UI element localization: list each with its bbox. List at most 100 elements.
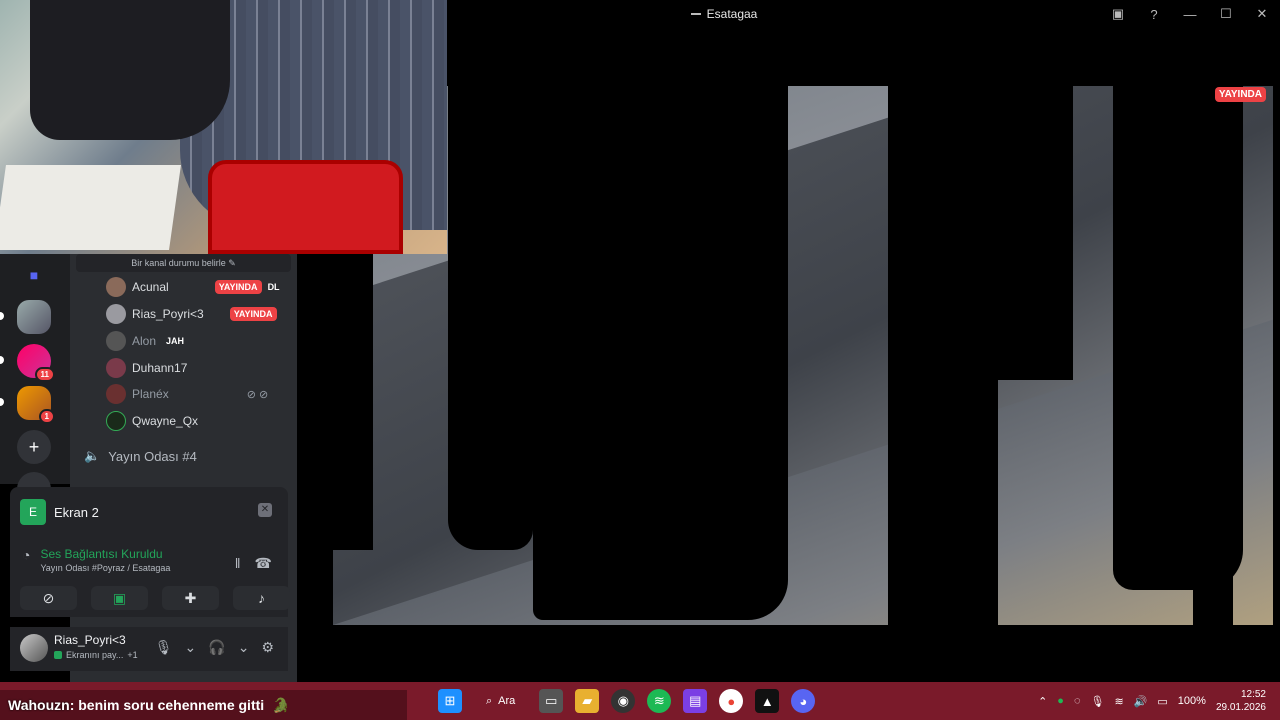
member-tag: JAH: [166, 336, 185, 346]
battery-icon[interactable]: ▭: [1157, 695, 1167, 708]
minimize-button[interactable]: —: [1172, 0, 1208, 28]
video-artifact: [1193, 80, 1233, 625]
desktop: Esatagaa ▣ ? — ☐ ✕ YAYINDA ■ 11 1 + Bir …: [0, 0, 1280, 720]
voice-member[interactable]: Rias_Poyri<3 YAYINDA: [106, 303, 277, 325]
member-tag: DL: [267, 282, 280, 292]
connection-status[interactable]: Ses Bağlantısı Kuruldu: [40, 547, 170, 561]
spotify-tray-icon[interactable]: ●: [1057, 695, 1064, 707]
chat-message: Wahouzn : benim soru cehenneme gitti 🐊: [0, 690, 407, 720]
search-icon: ⌕: [486, 694, 493, 707]
connection-location: Yayın Odası #Poyraz / Esatagaa: [40, 563, 171, 573]
add-server-icon[interactable]: +: [17, 430, 51, 464]
direct-messages-icon[interactable]: ■: [17, 258, 51, 292]
voice-action-row: ⊘ ▣ ✚ ♪: [20, 586, 290, 610]
muted-icon: ⊘ ⊘: [246, 388, 269, 401]
stream-video[interactable]: [333, 80, 1273, 625]
taskbar-apps: ⊞ ⌕ Ara ▭ ▰ ◉ ≋ ▤ ● ▲ ◕: [438, 682, 816, 720]
close-button[interactable]: ✕: [1244, 0, 1280, 28]
volume-icon[interactable]: 🔊: [1134, 695, 1148, 708]
headphones-icon[interactable]: 🎧: [208, 639, 225, 656]
webcam-overlay: [0, 0, 447, 254]
voice-member[interactable]: Alon JAH: [106, 330, 184, 352]
stop-stream-icon[interactable]: ✕: [258, 503, 272, 517]
chevron-up-icon[interactable]: ⌃: [1038, 695, 1047, 708]
server-indicator: [0, 312, 4, 320]
app-icon[interactable]: ▤: [683, 689, 708, 713]
voice-member[interactable]: Qwayne_Qx: [106, 410, 198, 432]
voice-connection: ◔ Ses Bağlantısı Kuruldu Yayın Odası #Po…: [22, 547, 170, 573]
screen-share-button[interactable]: ▣: [91, 586, 148, 610]
user-name[interactable]: Rias_Poyri<3: [54, 633, 126, 647]
voice-member[interactable]: Acunal YAYINDA DL: [106, 276, 280, 298]
window-title: Esatagaa: [690, 7, 757, 21]
clock[interactable]: 12:52 29.01.2026: [1216, 688, 1266, 714]
member-name: Rias_Poyri<3: [132, 307, 204, 321]
screen-share-icon: E: [20, 499, 46, 525]
video-artifact: [448, 80, 533, 550]
clock-date: 29.01.2026: [1215, 702, 1266, 713]
chevron-down-icon[interactable]: ⌄: [185, 639, 197, 656]
microphone-icon[interactable]: 🎙: [155, 639, 173, 656]
member-name: Planéx: [132, 387, 169, 401]
webcam-book: [0, 165, 181, 250]
inbox-icon[interactable]: ▣: [1100, 0, 1136, 28]
emote-icon: 🐊: [272, 696, 290, 713]
server-icon[interactable]: 1: [17, 386, 55, 424]
stream-live-badge: YAYINDA: [1214, 87, 1266, 102]
soundboard-button[interactable]: ♪: [233, 586, 290, 610]
camera-off-button[interactable]: ⊘: [20, 586, 77, 610]
member-name: Alon: [132, 334, 157, 348]
clock-time: 12:52: [1240, 689, 1266, 700]
start-icon[interactable]: ⊞: [438, 689, 462, 713]
server-badge: 1: [38, 409, 55, 424]
user-avatar[interactable]: [20, 634, 48, 662]
avatar: [106, 411, 126, 431]
voice-channel[interactable]: 🔈 Yayın Odası #4: [84, 448, 197, 464]
file-explorer-icon[interactable]: ▰: [575, 689, 600, 713]
chrome-icon[interactable]: ●: [719, 689, 744, 713]
wifi-icon[interactable]: ≋: [1114, 695, 1123, 708]
avatar: [106, 384, 126, 404]
discord-icon[interactable]: ◕: [791, 689, 816, 713]
voice-controls: ‖ ☎: [235, 555, 272, 572]
avatar: [106, 331, 126, 351]
video-artifact: [993, 80, 1073, 380]
microphone-tray-icon[interactable]: 🎙: [1091, 695, 1105, 708]
video-artifact: [543, 80, 613, 480]
live-badge: YAYINDA: [229, 307, 277, 321]
server-badge: 11: [34, 367, 55, 382]
channel-list: Bir kanal durumu belirle ✎ Acunal YAYIND…: [70, 254, 297, 684]
chat-author: Wahouzn: [8, 697, 70, 713]
channel-status-hint[interactable]: Bir kanal durumu belirle ✎: [76, 254, 291, 272]
voice-member[interactable]: Duhann17: [106, 357, 187, 379]
member-name: Acunal: [132, 280, 169, 294]
voice-channel-name: Yayın Odası #4: [108, 448, 197, 464]
system-tray: ⌃ ● ◌ 🎙 ≋ 🔊 ▭ 100% 12:52 29.01.2026: [1038, 682, 1280, 720]
screen-share-row[interactable]: E Ekran 2: [20, 499, 99, 525]
help-icon[interactable]: ?: [1136, 0, 1172, 28]
spotify-icon[interactable]: ≋: [647, 689, 672, 713]
search-button[interactable]: ⌕ Ara: [474, 695, 527, 708]
signal-icon: ◔: [22, 547, 31, 563]
activities-button[interactable]: ✚: [162, 586, 219, 610]
maximize-button[interactable]: ☐: [1208, 0, 1244, 28]
chat-text: : benim soru cehenneme gitti: [69, 697, 265, 713]
video-artifact: [333, 80, 1273, 86]
tray-icon[interactable]: ◌: [1074, 695, 1081, 707]
webcam-person-torso: [30, 0, 230, 140]
window-controls: ▣ ? — ☐ ✕: [1100, 0, 1280, 28]
voice-member[interactable]: Planéx ⊘ ⊘: [106, 383, 268, 405]
server-icon[interactable]: 11: [17, 344, 55, 382]
task-view-icon[interactable]: ▭: [539, 689, 564, 713]
obs-icon[interactable]: ◉: [611, 689, 636, 713]
member-name: Qwayne_Qx: [132, 414, 199, 428]
app-icon[interactable]: ▲: [755, 689, 780, 713]
disconnect-icon[interactable]: ☎: [255, 555, 272, 572]
noise-suppression-icon[interactable]: ‖: [235, 555, 241, 572]
battery-level: 100%: [1177, 695, 1206, 707]
gear-icon[interactable]: ⚙: [261, 639, 274, 656]
server-indicator: [0, 398, 4, 406]
chevron-down-icon[interactable]: ⌄: [238, 639, 250, 656]
status-icon: [54, 651, 62, 659]
server-icon[interactable]: [17, 300, 51, 334]
